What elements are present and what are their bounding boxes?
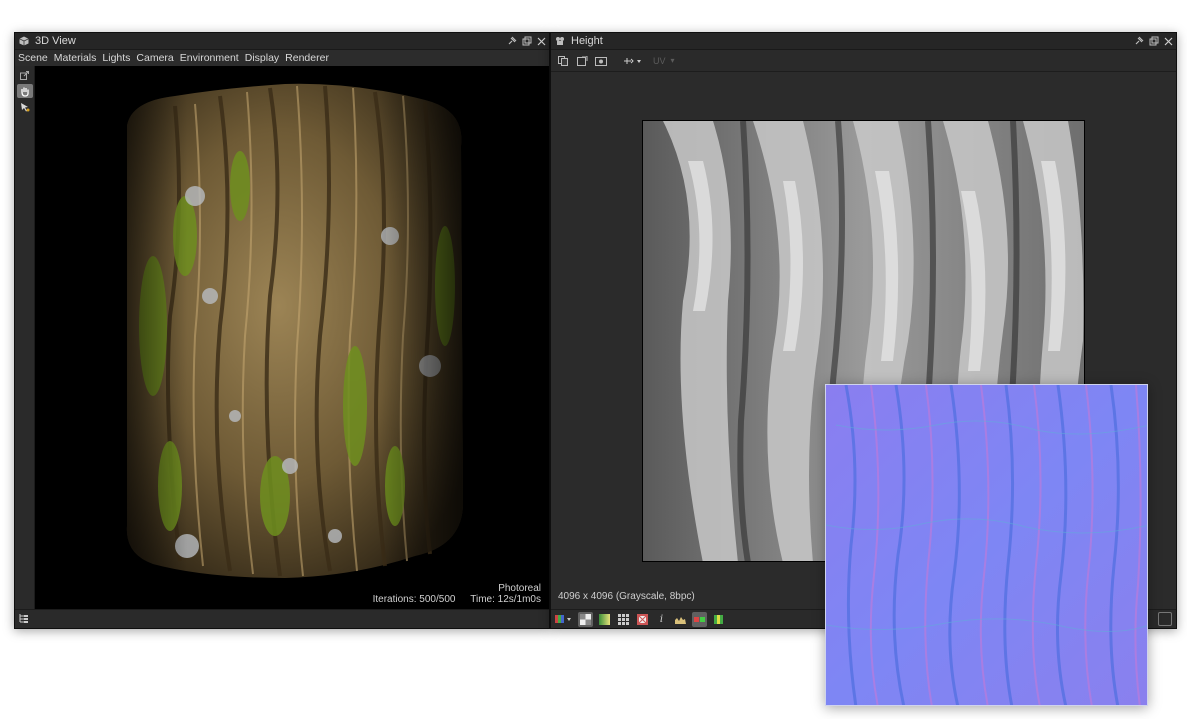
normal-map-image [825,384,1148,706]
3d-view-panel: 3D View Scene Materials Lights Camera En… [14,32,550,629]
channel-split-icon[interactable] [711,612,726,627]
scene-tree-icon[interactable] [19,613,29,626]
menu-scene[interactable]: Scene [18,52,48,64]
info-icon[interactable]: i [654,612,669,627]
float-window-icon[interactable] [1146,34,1161,49]
3d-view-titlebar: 3D View [15,33,549,50]
3d-view-side-toolbar [15,66,35,609]
copy-icon[interactable] [555,54,571,68]
height-view-titlebar: Height [551,33,1176,50]
uv-dropdown-arrow-icon: ▾ [670,56,675,65]
close-icon[interactable] [1161,34,1176,49]
float-window-icon[interactable] [519,34,534,49]
export-icon[interactable] [17,68,33,82]
gradient-map-icon[interactable] [597,612,612,627]
hand-tool-icon[interactable] [16,84,33,98]
pin-icon[interactable] [1131,34,1146,49]
height-view-toolbar: UV ▾ [551,50,1176,72]
select-arrow-icon[interactable] [17,100,33,114]
3d-view-menubar: Scene Materials Lights Camera Environmen… [15,50,549,66]
tiling-mode-icon[interactable] [635,612,650,627]
render-stats: Photoreal Iterations: 500/500 Time: 12s/… [361,583,541,605]
3d-view-statusbar [15,609,549,628]
cube-icon [19,36,29,46]
menu-environment[interactable]: Environment [180,52,239,64]
viewer-options-button[interactable] [1158,612,1172,626]
checker-background-icon[interactable] [578,611,593,627]
image-info: 4096 x 4096 (Grayscale, 8bpc) [558,591,695,602]
bark-cylinder-render [126,83,463,579]
uv-dropdown[interactable]: UV [653,56,666,66]
panel-title: 3D View [35,35,76,47]
iterations-readout: Iterations: 500/500 [372,594,456,605]
menu-materials[interactable]: Materials [54,52,97,64]
menu-display[interactable]: Display [245,52,279,64]
tile-grid-icon[interactable] [616,612,631,627]
menu-camera[interactable]: Camera [136,52,173,64]
3d-viewport[interactable]: Photoreal Iterations: 500/500 Time: 12s/… [35,66,549,609]
save-image-icon[interactable] [574,54,590,68]
time-readout: Time: 12s/1m0s [470,594,541,605]
texture-view-icon [555,36,565,46]
close-icon[interactable] [534,34,549,49]
menu-lights[interactable]: Lights [102,52,130,64]
panel-title: Height [571,35,603,47]
menu-renderer[interactable]: Renderer [285,52,329,64]
histogram-icon[interactable] [673,612,688,627]
channel-select-icon[interactable] [622,54,644,68]
render-mode: Photoreal [498,583,541,594]
color-picker-icon[interactable] [692,611,707,627]
color-channels-icon[interactable] [554,612,574,627]
pin-icon[interactable] [504,34,519,49]
export-image-icon[interactable] [593,54,609,68]
